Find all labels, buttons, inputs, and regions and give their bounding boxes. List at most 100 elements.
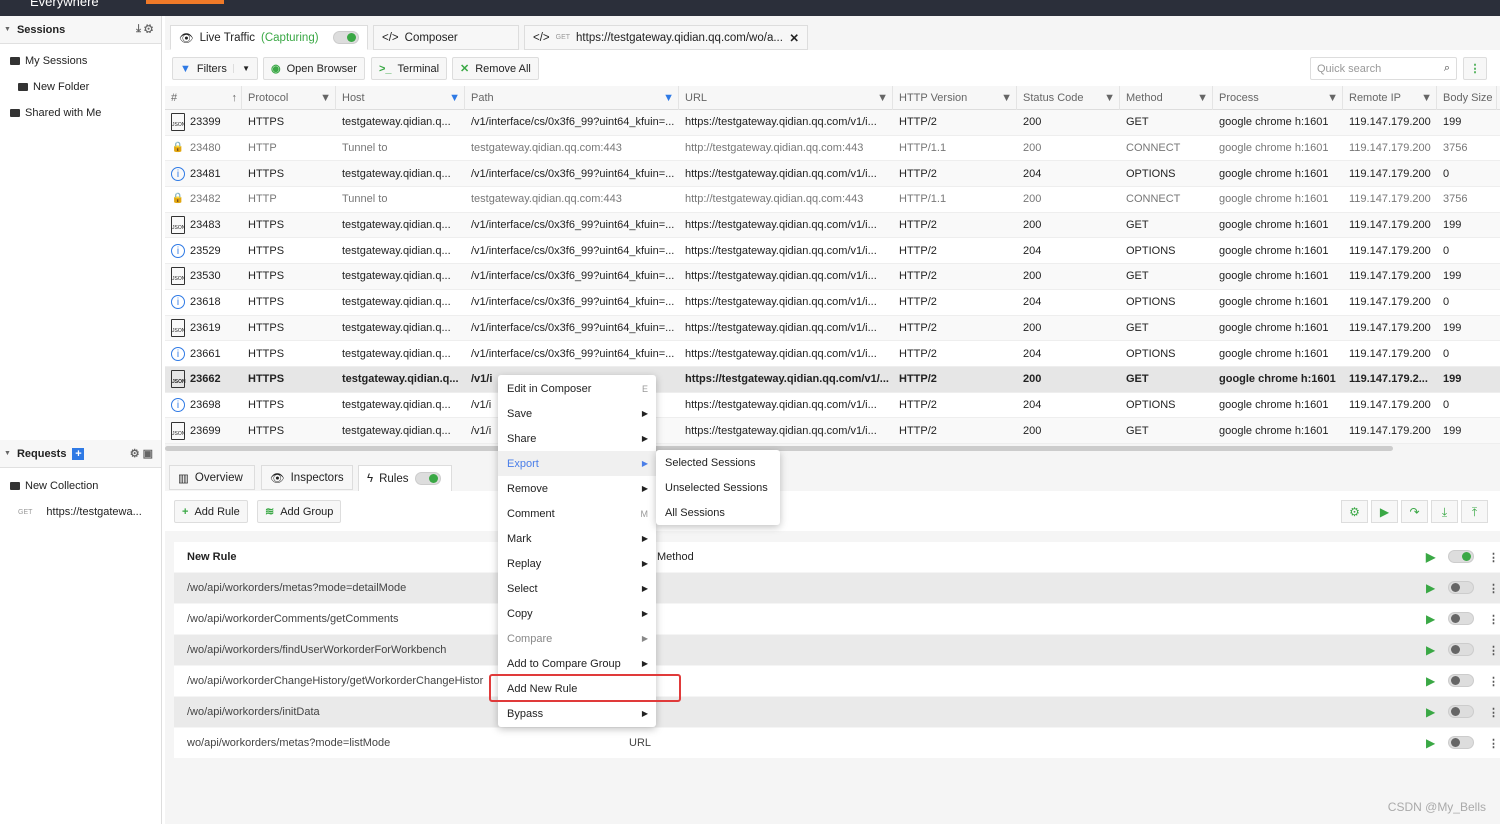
table-row[interactable]: i 23529 HTTPS testgateway.qidian.q... /v1/in… [165, 238, 1500, 265]
filter-icon[interactable]: ▼ [877, 86, 888, 110]
play-icon[interactable]: ▶ [1426, 674, 1435, 688]
table-row[interactable]: JSON 23483 HTTPS testgateway.qidian.q... /v1… [165, 212, 1500, 239]
add-group-button[interactable]: ≋ Add Group [257, 500, 342, 523]
close-icon[interactable]: ✕ [789, 31, 799, 45]
menu-item[interactable]: Copy ▶ [498, 601, 656, 626]
upload-icon[interactable]: ⤒ [1461, 500, 1488, 523]
rule-toggle[interactable] [1448, 674, 1474, 687]
remove-all-button[interactable]: ✕ Remove All [452, 57, 539, 80]
menu-item[interactable]: Remove ▶ [498, 476, 656, 501]
filter-icon[interactable]: ▼ [663, 86, 674, 110]
rule-toggle[interactable] [1448, 736, 1474, 749]
play-icon[interactable]: ▶ [1371, 500, 1398, 523]
menu-item[interactable]: Bypass ▶ [498, 701, 656, 726]
filter-icon[interactable]: ▼ [1327, 86, 1338, 110]
table-row[interactable]: 🔒 23480 HTTP Tunnel to testgateway.qidian.qq… [165, 135, 1500, 162]
menu-item[interactable]: Mark ▶ [498, 526, 656, 551]
rules-toggle[interactable] [414, 472, 441, 485]
tab-live-traffic[interactable]: 👁 Live Traffic (Capturing) [170, 25, 368, 50]
rule-toggle[interactable] [1448, 705, 1474, 718]
rule-toggle[interactable] [1448, 581, 1474, 594]
rule-item[interactable]: wo/api/workorders/metas?mode=listMode URL… [174, 728, 1500, 758]
more-icon[interactable]: ⋮ [1488, 644, 1499, 657]
requests-header[interactable]: ▼ Requests + ⚙ ▣ [0, 440, 161, 468]
capture-toggle[interactable] [333, 31, 359, 44]
play-icon[interactable]: ▶ [1426, 736, 1435, 750]
submenu-item[interactable]: Unselected Sessions [656, 475, 780, 500]
column-header[interactable]: Body Size [1437, 85, 1497, 110]
download-icon[interactable]: ⤓ [1431, 500, 1458, 523]
terminal-button[interactable]: >_ Terminal [371, 57, 448, 80]
menu-item[interactable]: Compare ▶ [498, 626, 656, 651]
filter-icon[interactable]: ▼ [1001, 86, 1012, 110]
more-icon[interactable]: ⋮ [1488, 675, 1499, 688]
rule-item[interactable]: /wo/api/workorders/metas?mode=detailMode… [174, 573, 1500, 603]
play-icon[interactable]: ▶ [1426, 550, 1435, 564]
filter-icon[interactable]: ▼ [1421, 86, 1432, 110]
menu-item[interactable]: Share ▶ [498, 426, 656, 451]
tab-overview[interactable]: ▥ Overview [169, 465, 255, 490]
column-header[interactable]: HTTP Version ▼ [893, 85, 1017, 110]
sidebar-item-shared[interactable]: Shared with Me [0, 100, 161, 126]
filter-icon[interactable]: ▼ [449, 86, 460, 110]
column-header[interactable]: Status Code ▼ [1017, 85, 1120, 110]
tab-request[interactable]: </> GET https://testgateway.qidian.qq.com/… [524, 25, 808, 50]
filter-icon[interactable]: ▼ [320, 86, 331, 110]
play-icon[interactable]: ▶ [1426, 643, 1435, 657]
menu-item[interactable]: Add to Compare Group ▶ [498, 651, 656, 676]
rule-item[interactable]: /wo/api/workorders/findUserWorkorderForW… [174, 635, 1500, 665]
import-icon[interactable]: ⤓ ⚙ [136, 23, 153, 36]
play-icon[interactable]: ▶ [1426, 612, 1435, 626]
table-row[interactable]: JSON 23699 HTTPS testgateway.qidian.q... /v1… [165, 418, 1500, 444]
rule-item[interactable]: /wo/api/workorders/initData ▶ ⋮ [174, 697, 1500, 727]
table-row[interactable]: i 23481 HTTPS testgateway.qidian.q... /v1/in… [165, 161, 1500, 188]
menu-item[interactable]: Export ▶ [498, 451, 656, 476]
add-rule-button[interactable]: + Add Rule [174, 500, 248, 523]
sidebar-item-new-folder[interactable]: New Folder [0, 74, 161, 100]
menu-item[interactable]: Select ▶ [498, 576, 656, 601]
table-row[interactable]: i 23698 HTTPS testgateway.qidian.q... /v1/i h… [165, 392, 1500, 419]
column-header[interactable]: Remote IP ▼ [1343, 85, 1437, 110]
rule-toggle[interactable] [1448, 612, 1474, 625]
more-icon[interactable]: ⋮ [1488, 551, 1499, 564]
rule-item[interactable]: /wo/api/workorderComments/getComments ▶ ⋮ [174, 604, 1500, 634]
more-icon[interactable]: ⋮ [1488, 706, 1499, 719]
sessions-header[interactable]: ▼ Sessions ⤓ ⚙ [0, 16, 161, 44]
more-icon[interactable]: ⋮ [1488, 737, 1499, 750]
more-icon[interactable]: ⋮ [1463, 57, 1487, 80]
rule-toggle[interactable] [1448, 643, 1474, 656]
sidebar-item-my-sessions[interactable]: My Sessions [0, 48, 161, 74]
menu-item[interactable]: Replay ▶ [498, 551, 656, 576]
column-header[interactable]: # ↑ [165, 85, 242, 110]
tab-composer[interactable]: </> Composer [373, 25, 519, 50]
rule-item[interactable]: /wo/api/workorderChangeHistory/getWorkor… [174, 666, 1500, 696]
group-settings-icon[interactable]: ⚙ [1341, 500, 1368, 523]
table-row[interactable]: JSON 23619 HTTPS testgateway.qidian.q... /v1… [165, 315, 1500, 342]
column-header[interactable]: Path ▼ [465, 85, 679, 110]
menu-item[interactable]: Comment M [498, 501, 656, 526]
sort-icon[interactable]: ↑ [232, 86, 238, 110]
table-row[interactable]: i 23661 HTTPS testgateway.qidian.q... /v1/in… [165, 341, 1500, 367]
more-icon[interactable]: ⋮ [1488, 582, 1499, 595]
column-header[interactable]: Method ▼ [1120, 85, 1213, 110]
menu-item[interactable]: Edit in Composer E [498, 376, 656, 401]
sidebar-request-item[interactable]: GET https://testgatewa... [18, 499, 142, 525]
tab-inspectors[interactable]: 👁 Inspectors [261, 465, 353, 490]
sidebar-item-new-collection[interactable]: New Collection [10, 473, 98, 499]
add-icon[interactable]: + [72, 447, 85, 460]
submenu-item[interactable]: Selected Sessions [656, 450, 780, 475]
menu-item[interactable]: Save ▶ [498, 401, 656, 426]
filter-icon[interactable]: ▼ [1104, 86, 1115, 110]
column-header[interactable]: Host ▼ [336, 85, 465, 110]
table-row[interactable]: JSON 23662 HTTPS testgateway.qidian.q... /v1… [165, 366, 1500, 393]
filters-button[interactable]: ▼ Filters ▼ [172, 57, 258, 80]
tab-rules[interactable]: ϟ Rules [358, 465, 452, 492]
open-browser-button[interactable]: ◉ Open Browser [263, 57, 365, 80]
rule-toggle[interactable] [1448, 550, 1474, 563]
column-header[interactable]: Protocol ▼ [242, 85, 336, 110]
filter-icon[interactable]: ▼ [1197, 86, 1208, 110]
table-row[interactable]: JSON 23530 HTTPS testgateway.qidian.q... /v1… [165, 264, 1500, 290]
more-icon[interactable]: ⋮ [1488, 613, 1499, 626]
chevron-down-icon[interactable]: ▼ [233, 64, 250, 73]
table-row[interactable]: JSON 23399 HTTPS testgateway.qidian.q... /v1… [165, 110, 1500, 136]
